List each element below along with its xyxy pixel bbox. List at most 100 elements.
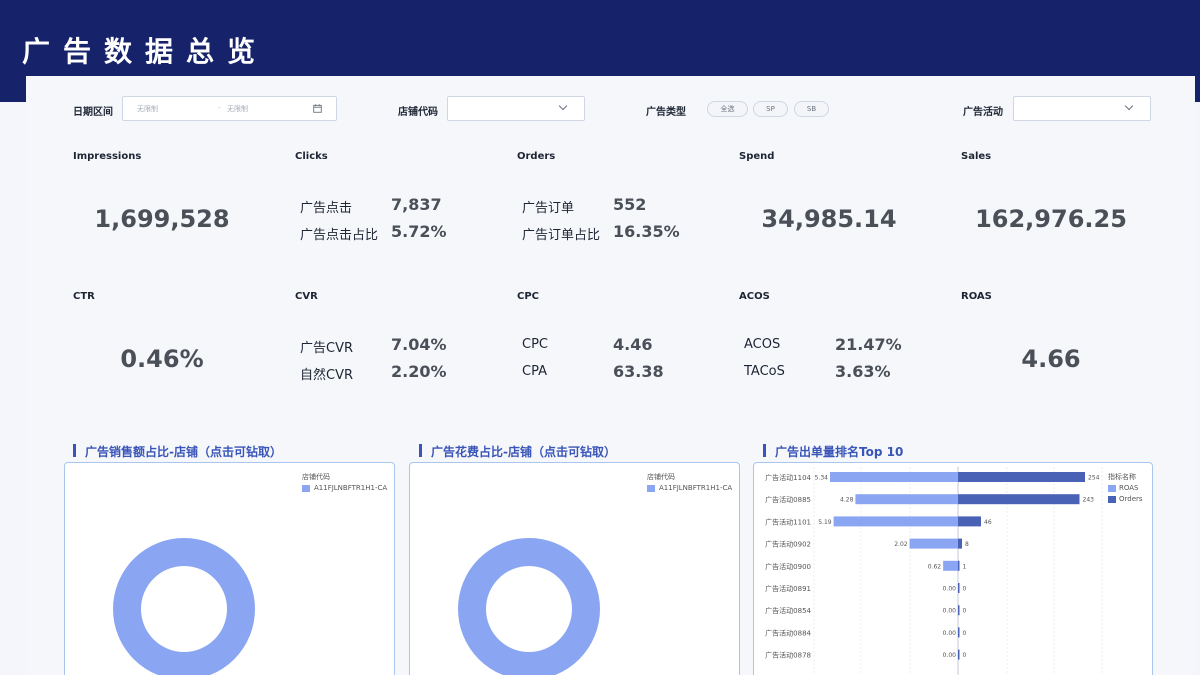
- roas-data-label: 0.00: [943, 608, 957, 615]
- kpi-roas-value: 4.66: [1021, 345, 1081, 373]
- top10-legend-swatch-orders[interactable]: [1108, 496, 1116, 503]
- roas-bar[interactable]: [830, 472, 958, 482]
- kpi-ad-clicks-value: 7,837: [391, 195, 442, 214]
- orders-bar[interactable]: [958, 627, 960, 638]
- orders-data-label: 0: [963, 652, 967, 659]
- chevron-down-icon: [1124, 101, 1134, 111]
- sales-share-slice[interactable]: [113, 538, 255, 675]
- ad-type-sp-button[interactable]: SP: [753, 101, 788, 117]
- kpi-orders-title: Orders: [517, 151, 556, 162]
- kpi-ctr-title: CTR: [73, 291, 95, 302]
- kpi-roas-title: ROAS: [961, 291, 992, 302]
- kpi-ad-cvr-label: 广告CVR: [300, 341, 354, 356]
- kpi-cpa-value: 63.38: [613, 362, 664, 381]
- top10-bar-chart[interactable]: 广告活动1104 5.34 254 广告活动0885 4.28 243 广告活动1101 5.…: [754, 463, 1154, 675]
- orders-bar[interactable]: [958, 538, 962, 549]
- orders-bar[interactable]: [958, 583, 960, 593]
- roas-bar[interactable]: [909, 538, 958, 549]
- category-label: 广告活动0900: [765, 562, 811, 571]
- kpi-ad-cvr-value: 7.04%: [391, 335, 447, 354]
- kpi-ad-orders-value: 552: [613, 195, 647, 214]
- orders-bar[interactable]: [958, 605, 960, 616]
- roas-bar[interactable]: [833, 516, 958, 527]
- date-start-input[interactable]: 无限制: [137, 104, 158, 114]
- kpi-cpc-title: CPC: [517, 291, 540, 302]
- sales-share-donut-chart[interactable]: [65, 463, 396, 675]
- campaign-select[interactable]: [1013, 96, 1151, 121]
- roas-data-label: 0.00: [943, 630, 957, 637]
- orders-bar[interactable]: [958, 516, 981, 527]
- orders-data-label: 0: [963, 608, 967, 615]
- kpi-cpa-label: CPA: [522, 364, 547, 379]
- sales-share-title: 广告销售额占比-店铺（点击可钻取）: [85, 445, 282, 459]
- section-marker: [419, 444, 422, 457]
- kpi-sales-value: 162,976.25: [975, 205, 1127, 233]
- section-marker: [763, 444, 766, 457]
- date-end-input[interactable]: 无限制: [227, 104, 248, 114]
- kpi-tacos-value: 3.63%: [835, 362, 891, 381]
- kpi-acos-title: ACOS: [739, 291, 770, 302]
- orders-data-label: 46: [984, 519, 992, 526]
- store-code-select[interactable]: [447, 96, 585, 121]
- kpi-spend-title: Spend: [739, 151, 775, 162]
- roas-data-label: 5.19: [818, 519, 832, 526]
- date-separator: -: [218, 104, 221, 112]
- top10-legend-title: 指标名称: [1108, 473, 1136, 481]
- roas-bar[interactable]: [943, 560, 958, 571]
- roas-data-label: 2.02: [894, 541, 908, 548]
- spend-share-title: 广告花费占比-店铺（点击可钻取）: [431, 445, 616, 459]
- kpi-impressions-title: Impressions: [73, 151, 142, 162]
- roas-data-label: 5.34: [815, 475, 829, 482]
- orders-bar[interactable]: [958, 494, 1080, 505]
- date-range-label: 日期区间: [73, 107, 113, 118]
- section-marker: [73, 444, 76, 457]
- ad-type-label: 广告类型: [646, 107, 686, 118]
- category-label: 广告活动0885: [765, 495, 811, 504]
- ad-type-all-button[interactable]: 全选: [707, 101, 748, 117]
- top10-legend-orders[interactable]: Orders: [1119, 495, 1143, 503]
- kpi-acos-label: ACOS: [744, 337, 781, 352]
- kpi-ad-orders-label: 广告订单: [522, 201, 575, 216]
- kpi-sales-title: Sales: [961, 151, 992, 162]
- date-range-picker[interactable]: 无限制 - 无限制: [122, 96, 337, 121]
- category-label: 广告活动0891: [765, 584, 811, 593]
- kpi-impressions-value: 1,699,528: [94, 205, 230, 233]
- orders-data-label: 0: [963, 630, 967, 637]
- top10-legend-swatch-roas[interactable]: [1108, 485, 1116, 492]
- orders-data-label: 243: [1083, 497, 1095, 504]
- kpi-spend-value: 34,985.14: [761, 205, 897, 233]
- category-label: 广告活动0854: [765, 606, 811, 615]
- spend-share-donut-chart[interactable]: [410, 463, 741, 675]
- orders-data-label: 1: [963, 563, 967, 570]
- orders-data-label: 254: [1088, 475, 1100, 482]
- spend-share-card: 店铺代码 A11FJLNBFTR1H1-CA: [409, 462, 740, 675]
- sales-share-card: 店铺代码 A11FJLNBFTR1H1-CA: [64, 462, 395, 675]
- category-label: 广告活动0902: [765, 540, 811, 549]
- roas-bar[interactable]: [855, 494, 958, 505]
- kpi-tacos-label: TACoS: [744, 364, 785, 379]
- kpi-acos-value: 21.47%: [835, 335, 902, 354]
- kpi-ad-orders-share-label: 广告订单占比: [522, 228, 601, 243]
- orders-data-label: 8: [965, 541, 969, 548]
- page-title: 广告数据总览: [22, 35, 269, 68]
- orders-bar[interactable]: [958, 560, 960, 571]
- roas-data-label: 4.28: [840, 497, 854, 504]
- orders-data-label: 0: [963, 586, 967, 593]
- category-label: 广告活动1104: [765, 473, 811, 482]
- store-code-label: 店铺代码: [398, 107, 438, 118]
- kpi-natural-cvr-value: 2.20%: [391, 362, 447, 381]
- top10-legend-roas[interactable]: ROAS: [1119, 484, 1138, 492]
- roas-data-label: 0.00: [943, 586, 957, 593]
- kpi-ad-clicks-label: 广告点击: [300, 201, 353, 216]
- orders-bar[interactable]: [958, 649, 960, 660]
- kpi-ad-orders-share-value: 16.35%: [613, 222, 680, 241]
- kpi-clicks-title: Clicks: [295, 151, 328, 162]
- chevron-down-icon: [558, 101, 568, 111]
- spend-share-slice[interactable]: [458, 538, 600, 675]
- calendar-icon: [313, 104, 322, 113]
- top10-card: 广告活动1104 5.34 254 广告活动0885 4.28 243 广告活动1101 5.…: [753, 462, 1153, 675]
- kpi-ad-clicks-share-label: 广告点击占比: [300, 228, 379, 243]
- ad-type-sb-button[interactable]: SB: [794, 101, 829, 117]
- orders-bar[interactable]: [958, 472, 1085, 482]
- category-label: 广告活动1101: [765, 517, 811, 526]
